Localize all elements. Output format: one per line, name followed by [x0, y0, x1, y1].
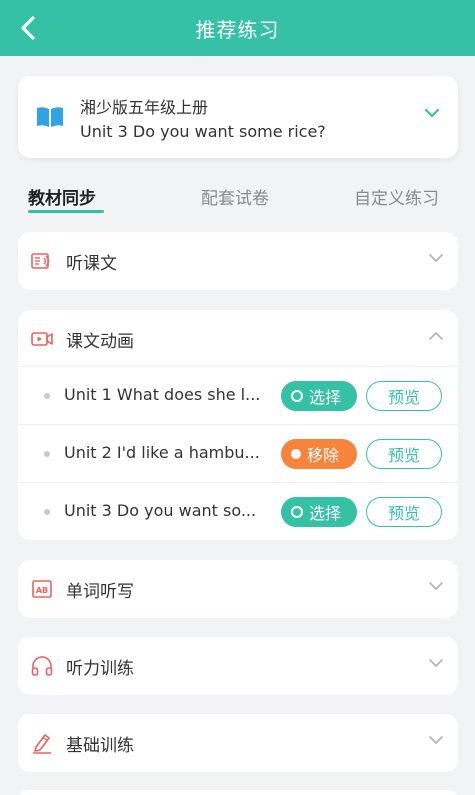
section-header[interactable]: 听力训练	[18, 637, 458, 695]
list-item: Unit 3 Do you want so... 选择 预览	[18, 482, 458, 540]
section-title: 课文动画	[66, 332, 134, 352]
ab-icon: AB	[32, 580, 52, 598]
back-button[interactable]	[10, 10, 46, 46]
section-title: 单词听写	[66, 582, 134, 602]
radio-circle-icon	[291, 390, 303, 402]
bullet	[44, 451, 50, 457]
book-audio-icon	[31, 253, 50, 269]
tab-bar: 教材同步 配套试卷 自定义练习	[0, 182, 475, 214]
textbook-unit: Unit 3 Do you want some rice?	[80, 122, 326, 141]
section-listen-text[interactable]: 听课文	[18, 232, 458, 290]
tab-custom-practice[interactable]: 自定义练习	[354, 184, 439, 209]
bullet	[44, 393, 50, 399]
chevron-down-icon[interactable]	[428, 581, 444, 591]
preview-button[interactable]: 预览	[366, 381, 442, 411]
tab-active-indicator	[28, 210, 104, 213]
unit-title[interactable]: Unit 2 I'd like a hambu...	[64, 443, 278, 462]
chevron-up-icon[interactable]	[428, 331, 444, 341]
chevron-down-icon[interactable]	[428, 253, 444, 263]
remove-button[interactable]: 移除	[281, 439, 357, 469]
next-section-edge	[18, 790, 458, 795]
open-book-icon	[37, 107, 63, 127]
section-text-animation: 课文动画 Unit 1 What does she l... 选择 预览 Uni…	[18, 310, 458, 540]
bullet	[44, 509, 50, 515]
preview-button[interactable]: 预览	[366, 497, 442, 527]
tab-matching-papers[interactable]: 配套试卷	[201, 184, 269, 209]
back-arrow-icon	[21, 16, 35, 40]
unit-title[interactable]: Unit 3 Do you want so...	[64, 501, 278, 520]
section-title: 基础训练	[66, 736, 134, 756]
section-header[interactable]: 听课文	[18, 232, 458, 290]
chevron-down-icon[interactable]	[428, 735, 444, 745]
list-item: Unit 2 I'd like a hambu... 移除 预览	[18, 424, 458, 482]
list-item: Unit 1 What does she l... 选择 预览	[18, 366, 458, 424]
select-button[interactable]: 选择	[281, 497, 357, 527]
textbook-selector[interactable]: 湘少版五年级上册 Unit 3 Do you want some rice?	[18, 76, 458, 158]
section-listening-training[interactable]: 听力训练	[18, 637, 458, 695]
section-basic-training[interactable]: 基础训练	[18, 714, 458, 772]
pencil-icon	[33, 734, 51, 754]
top-bar: 推荐练习	[0, 0, 475, 56]
section-header[interactable]: AB 单词听写	[18, 560, 458, 618]
video-icon	[31, 332, 53, 346]
page-title: 推荐练习	[195, 17, 280, 42]
unit-title[interactable]: Unit 1 What does she l...	[64, 385, 278, 404]
preview-button[interactable]: 预览	[366, 439, 442, 469]
radio-circle-icon	[291, 506, 303, 518]
section-title: 听课文	[66, 254, 117, 274]
section-header[interactable]: 课文动画	[18, 310, 458, 368]
filled-dot-icon	[291, 449, 301, 459]
tab-textbook-sync[interactable]: 教材同步	[28, 184, 96, 209]
section-word-dictation[interactable]: AB 单词听写	[18, 560, 458, 618]
chevron-down-icon[interactable]	[424, 108, 440, 118]
chevron-down-icon[interactable]	[428, 658, 444, 668]
svg-text:AB: AB	[36, 586, 48, 595]
textbook-edition: 湘少版五年级上册	[80, 98, 209, 117]
select-button[interactable]: 选择	[281, 381, 357, 411]
headphones-icon	[31, 656, 53, 676]
section-title: 听力训练	[66, 659, 134, 679]
section-header[interactable]: 基础训练	[18, 714, 458, 772]
